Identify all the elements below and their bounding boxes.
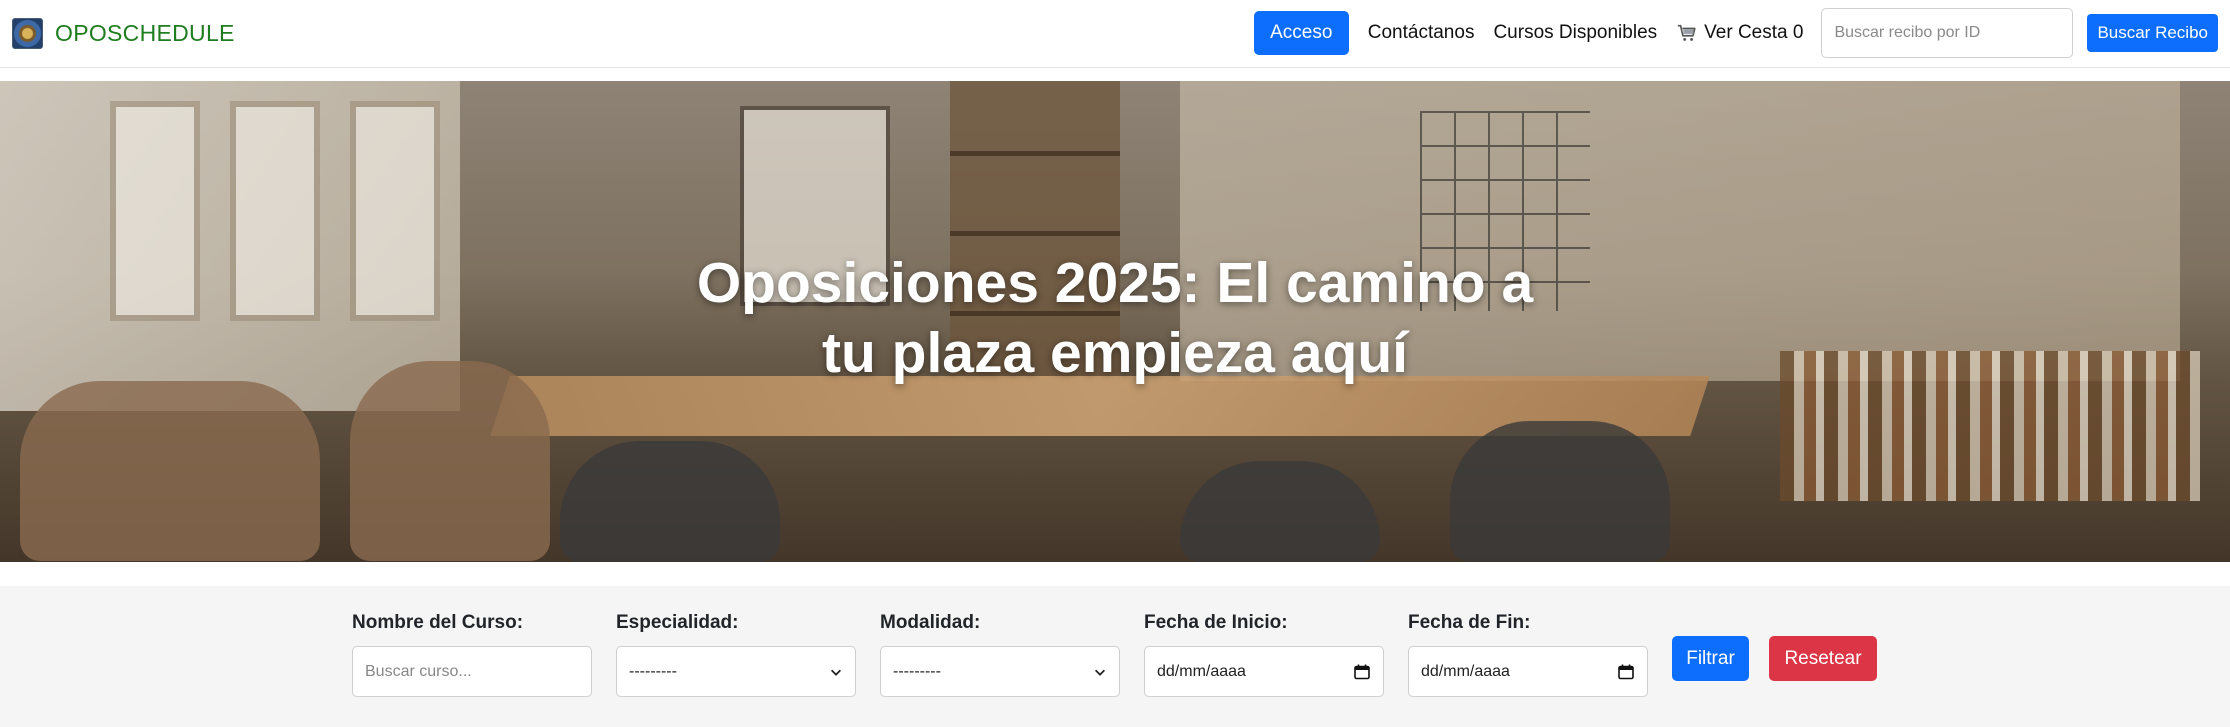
course-name-placeholder: Buscar curso... <box>365 662 472 680</box>
modality-select[interactable]: --------- <box>880 646 1120 697</box>
hero-title-wrap: Oposiciones 2025: El camino a tu plaza e… <box>0 81 2230 562</box>
receipt-search-button[interactable]: Buscar Recibo <box>2087 14 2218 52</box>
hero-banner: Oposiciones 2025: El camino a tu plaza e… <box>0 81 2230 562</box>
end-date-label: Fecha de Fin: <box>1408 612 1531 633</box>
filter-modality: Modalidad: --------- <box>880 612 1120 697</box>
filter-button[interactable]: Filtrar <box>1672 636 1749 681</box>
nav-link-courses[interactable]: Cursos Disponibles <box>1493 22 1657 44</box>
hero-title: Oposiciones 2025: El camino a tu plaza e… <box>696 250 1534 385</box>
nav-link-contact[interactable]: Contáctanos <box>1368 22 1475 44</box>
specialty-label: Especialidad: <box>616 612 739 633</box>
nav-right: Acceso Contáctanos Cursos Disponibles Ve… <box>1253 8 2218 58</box>
brand-logo-icon <box>12 17 43 49</box>
cart-count: 0 <box>1792 22 1804 43</box>
reset-button[interactable]: Resetear <box>1769 636 1877 681</box>
calendar-icon[interactable] <box>1353 663 1371 681</box>
start-date-label: Fecha de Inicio: <box>1144 612 1288 633</box>
modality-value: --------- <box>893 662 941 680</box>
cart-link[interactable]: Ver Cesta 0 <box>1676 22 1803 44</box>
course-name-input[interactable]: Buscar curso... <box>352 646 592 697</box>
end-date-input[interactable]: dd/mm/aaaa <box>1408 646 1648 697</box>
login-button[interactable]: Acceso <box>1253 11 1349 55</box>
cart-icon <box>1677 24 1696 41</box>
brand-name: OPOSCHEDULE <box>55 19 235 46</box>
start-date-input[interactable]: dd/mm/aaaa <box>1144 646 1384 697</box>
navbar: OPOSCHEDULE Acceso Contáctanos Cursos Di… <box>0 0 2230 68</box>
end-date-value: dd/mm/aaaa <box>1421 662 1510 680</box>
modality-label: Modalidad: <box>880 612 981 633</box>
filter-course-name: Nombre del Curso: Buscar curso... <box>352 612 592 697</box>
chevron-down-icon <box>1095 669 1105 676</box>
brand-link[interactable]: OPOSCHEDULE <box>12 16 235 50</box>
course-name-label: Nombre del Curso: <box>352 612 524 633</box>
cart-label: Ver Cesta <box>1704 22 1788 43</box>
filter-bar: Nombre del Curso: Buscar curso... Especi… <box>0 586 2230 727</box>
start-date-value: dd/mm/aaaa <box>1157 662 1246 680</box>
filter-end-date: Fecha de Fin: dd/mm/aaaa <box>1408 612 1648 697</box>
receipt-search-input[interactable] <box>1821 8 2074 58</box>
specialty-value: --------- <box>629 662 677 680</box>
filter-start-date: Fecha de Inicio: dd/mm/aaaa <box>1144 612 1384 697</box>
calendar-icon[interactable] <box>1617 663 1635 681</box>
specialty-select[interactable]: --------- <box>616 646 856 697</box>
filter-specialty: Especialidad: --------- <box>616 612 856 697</box>
chevron-down-icon <box>831 669 841 676</box>
